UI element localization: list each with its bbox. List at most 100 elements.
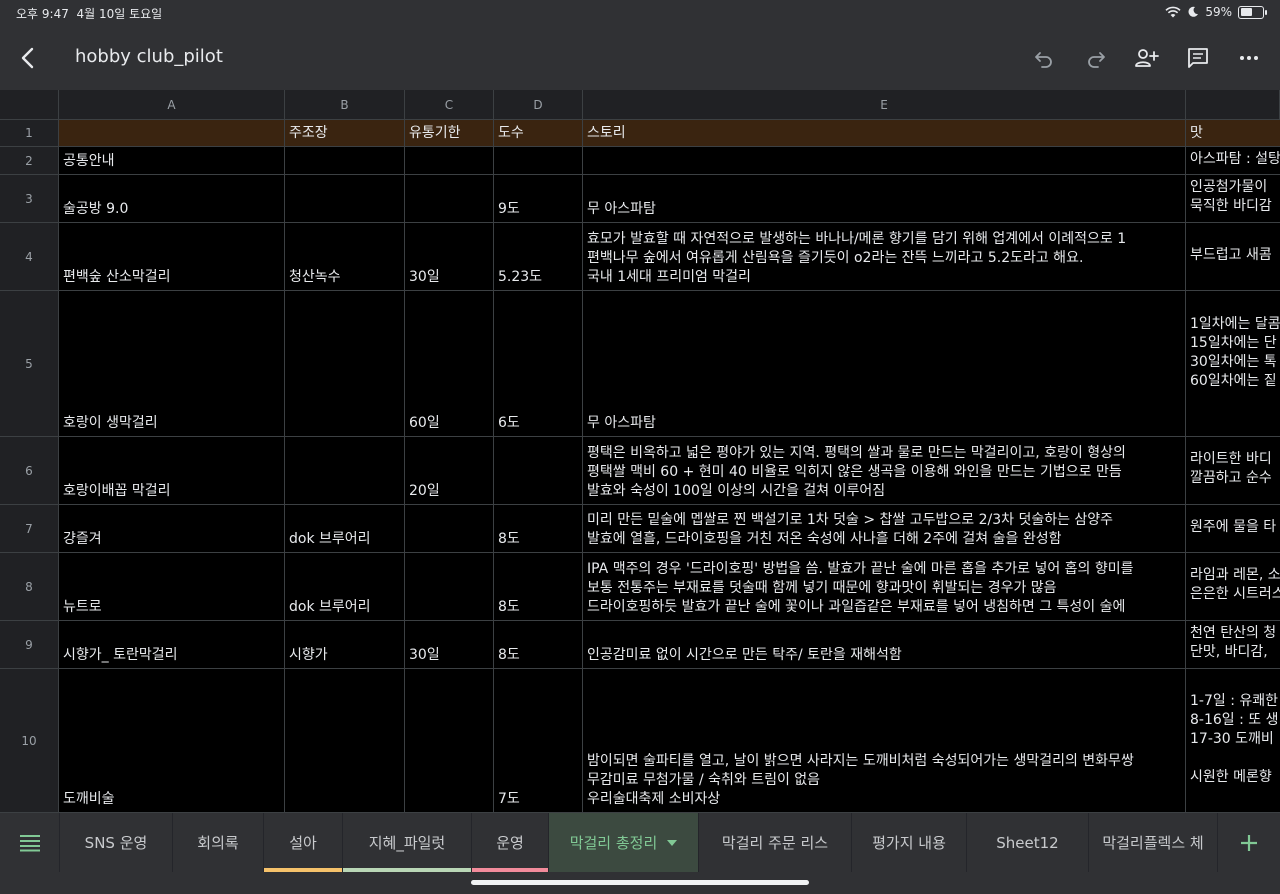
- cell-d3[interactable]: 9도: [494, 175, 583, 223]
- cell-f6[interactable]: 라이트한 바디 깔끔하고 순수: [1186, 437, 1280, 505]
- cell-b4[interactable]: 청산녹수: [285, 223, 405, 291]
- cell-e7[interactable]: 미리 만든 밑술에 멥쌀로 찐 백설기로 1차 덧술 > 찹쌀 고두밥으로 2/…: [583, 505, 1186, 553]
- cell-e6[interactable]: 평택은 비옥하고 넓은 평야가 있는 지역. 평택의 쌀과 물로 만드는 막걸리…: [583, 437, 1186, 505]
- cell-b6[interactable]: [285, 437, 405, 505]
- column-header-f[interactable]: [1186, 90, 1280, 120]
- cell-b10[interactable]: [285, 669, 405, 813]
- cell-b1[interactable]: 주조장: [285, 120, 405, 147]
- tab-7[interactable]: 막걸리 주문 리스: [699, 813, 852, 872]
- cell-f8[interactable]: 라임과 레몬, 소 은은한 시트러스: [1186, 553, 1280, 621]
- cell-a10[interactable]: 도깨비술: [59, 669, 285, 813]
- cell-f9[interactable]: 천연 탄산의 청 단맛, 바디감,: [1186, 621, 1280, 669]
- row-header-3[interactable]: 3: [0, 175, 59, 223]
- more-button[interactable]: [1233, 42, 1265, 74]
- cell-a8[interactable]: 뉴트로: [59, 553, 285, 621]
- column-header-e[interactable]: E: [583, 90, 1186, 120]
- cell-c2[interactable]: [405, 147, 494, 175]
- tab-2[interactable]: 회의록: [173, 813, 264, 872]
- cell-f1[interactable]: 맛: [1186, 120, 1280, 147]
- cell-e4[interactable]: 효모가 발효할 때 자연적으로 발생하는 바나나/메론 향기를 담기 위해 업계…: [583, 223, 1186, 291]
- row-header-9[interactable]: 9: [0, 621, 59, 669]
- home-indicator[interactable]: [471, 880, 809, 885]
- cell-a7[interactable]: 걍즐겨: [59, 505, 285, 553]
- tab-8[interactable]: 평가지 내용: [852, 813, 967, 872]
- cell-f5[interactable]: 1일차에는 달콤 15일차에는 단 30일차에는 톡 60일차에는 짙: [1186, 291, 1280, 437]
- cell-c7[interactable]: [405, 505, 494, 553]
- cell-c5[interactable]: 60일: [405, 291, 494, 437]
- cell-d5[interactable]: 6도: [494, 291, 583, 437]
- cell-f7[interactable]: 원주에 물을 타: [1186, 505, 1280, 553]
- cell-c8[interactable]: [405, 553, 494, 621]
- cell-c3[interactable]: [405, 175, 494, 223]
- cell-f10[interactable]: 1-7일 : 유쾌한 8-16일 : 또 생 17-30 도깨비 시원한 메론향: [1186, 669, 1280, 813]
- add-sheet-button[interactable]: [1218, 813, 1280, 872]
- cell-d8[interactable]: 8도: [494, 553, 583, 621]
- cell-d9[interactable]: 8도: [494, 621, 583, 669]
- cell-d1[interactable]: 도수: [494, 120, 583, 147]
- cell-text: 시향가_ 토란막걸리: [63, 647, 178, 663]
- cell-e9[interactable]: 인공감미료 없이 시간으로 만든 탁주/ 토란을 재해석함: [583, 621, 1186, 669]
- chevron-down-icon[interactable]: [667, 839, 678, 846]
- cell-b5[interactable]: [285, 291, 405, 437]
- undo-button[interactable]: [1028, 42, 1060, 74]
- spreadsheet-grid[interactable]: A B C D E 1 주조장 유통기한 도수 스토리 맛 2 공통안내 아스파탐 : 설탕 3 술공방 9.…: [0, 90, 1280, 813]
- cell-e8[interactable]: IPA 맥주의 경우 '드라이호핑' 방법을 씀. 발효가 끝난 술에 마른 홉…: [583, 553, 1186, 621]
- select-all-corner[interactable]: [0, 90, 59, 120]
- comments-button[interactable]: [1182, 42, 1214, 74]
- cell-b9[interactable]: 시향가: [285, 621, 405, 669]
- cell-b2[interactable]: [285, 147, 405, 175]
- row-header-2[interactable]: 2: [0, 147, 59, 175]
- cell-e2[interactable]: [583, 147, 1186, 175]
- tab-1[interactable]: SNS 운영: [60, 813, 173, 872]
- cell-b7[interactable]: dok 브루어리: [285, 505, 405, 553]
- cell-a6[interactable]: 호랑이배꼽 막걸리: [59, 437, 285, 505]
- row-header-7[interactable]: 7: [0, 505, 59, 553]
- back-button[interactable]: [12, 42, 44, 74]
- cell-a4[interactable]: 편백숲 산소막걸리: [59, 223, 285, 291]
- row-header-4[interactable]: 4: [0, 223, 59, 291]
- cell-a5[interactable]: 호랑이 생막걸리: [59, 291, 285, 437]
- cell-b8[interactable]: dok 브루어리: [285, 553, 405, 621]
- cell-c9[interactable]: 30일: [405, 621, 494, 669]
- tab-6[interactable]: 막걸리 총정리: [549, 813, 699, 872]
- cell-d4[interactable]: 5.23도: [494, 223, 583, 291]
- cell-a2[interactable]: 공통안내: [59, 147, 285, 175]
- column-header-c[interactable]: C: [405, 90, 494, 120]
- cell-e5[interactable]: 무 아스파탐: [583, 291, 1186, 437]
- row-header-10[interactable]: 10: [0, 669, 59, 813]
- share-button[interactable]: [1131, 42, 1163, 74]
- row-header-1[interactable]: 1: [0, 120, 59, 147]
- tab-3[interactable]: 설아: [264, 813, 343, 872]
- column-header-b[interactable]: B: [285, 90, 405, 120]
- cell-d2[interactable]: [494, 147, 583, 175]
- cell-e3[interactable]: 무 아스파탐: [583, 175, 1186, 223]
- column-header-a[interactable]: A: [59, 90, 285, 120]
- cell-e1[interactable]: 스토리: [583, 120, 1186, 147]
- cell-a1[interactable]: [59, 120, 285, 147]
- cell-e10[interactable]: 밤이되면 술파티를 열고, 날이 밝으면 사라지는 도깨비처럼 숙성되어가는 생…: [583, 669, 1186, 813]
- cell-f4[interactable]: 부드럽고 새콤: [1186, 223, 1280, 291]
- row-header-6[interactable]: 6: [0, 437, 59, 505]
- cell-a3[interactable]: 술공방 9.0: [59, 175, 285, 223]
- column-header-d[interactable]: D: [494, 90, 583, 120]
- cell-d6[interactable]: [494, 437, 583, 505]
- cell-c4[interactable]: 30일: [405, 223, 494, 291]
- cell-c6[interactable]: 20일: [405, 437, 494, 505]
- redo-button[interactable]: [1080, 42, 1112, 74]
- cell-c1[interactable]: 유통기한: [405, 120, 494, 147]
- cell-f2[interactable]: 아스파탐 : 설탕: [1186, 147, 1280, 175]
- tab-9[interactable]: Sheet12: [967, 813, 1089, 872]
- all-sheets-button[interactable]: [0, 813, 60, 872]
- tab-4[interactable]: 지혜_파일럿: [343, 813, 472, 872]
- tab-5[interactable]: 운영: [472, 813, 549, 872]
- row-header-5[interactable]: 5: [0, 291, 59, 437]
- cell-a9[interactable]: 시향가_ 토란막걸리: [59, 621, 285, 669]
- cell-d10[interactable]: 7도: [494, 669, 583, 813]
- row-header-8[interactable]: 8: [0, 553, 59, 621]
- cell-d7[interactable]: 8도: [494, 505, 583, 553]
- cell-f3[interactable]: 인공첨가물이 묵직한 바디감: [1186, 175, 1280, 223]
- cell-c10[interactable]: [405, 669, 494, 813]
- tab-10[interactable]: 막걸리플렉스 체: [1089, 813, 1218, 872]
- cell-b3[interactable]: [285, 175, 405, 223]
- document-title[interactable]: hobby club_pilot: [75, 46, 223, 67]
